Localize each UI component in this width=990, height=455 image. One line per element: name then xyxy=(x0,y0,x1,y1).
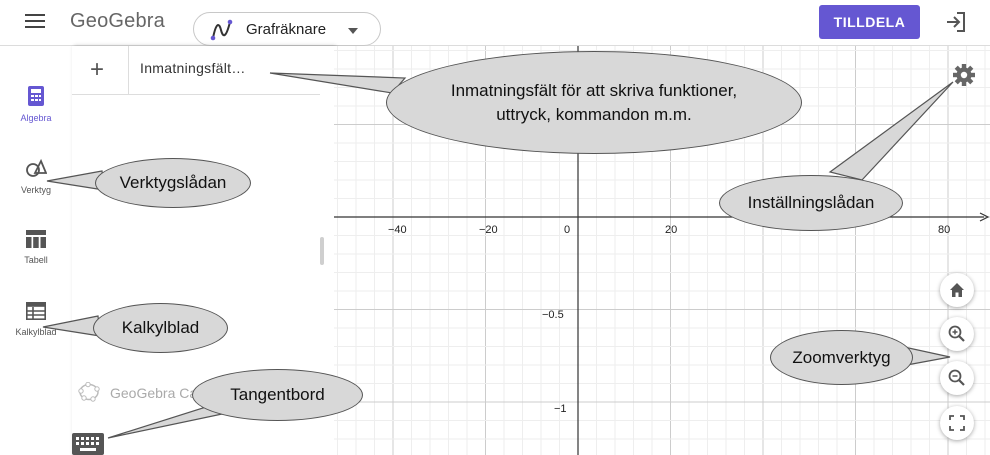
tools-callout: Verktygslådan xyxy=(95,158,251,208)
spreadsheet-callout-pointer xyxy=(42,315,101,337)
zoom-callout: Zoomverktyg xyxy=(770,330,913,385)
keyboard-callout: Tangentbord xyxy=(192,369,363,421)
input-callout-pointer xyxy=(269,72,407,94)
spreadsheet-callout: Kalkylblad xyxy=(93,303,228,353)
settings-callout: Inställningslådan xyxy=(719,175,903,231)
settings-callout-pointer xyxy=(828,81,954,181)
input-field-callout: Inmatningsfält för att skriva funktioner… xyxy=(386,51,802,154)
